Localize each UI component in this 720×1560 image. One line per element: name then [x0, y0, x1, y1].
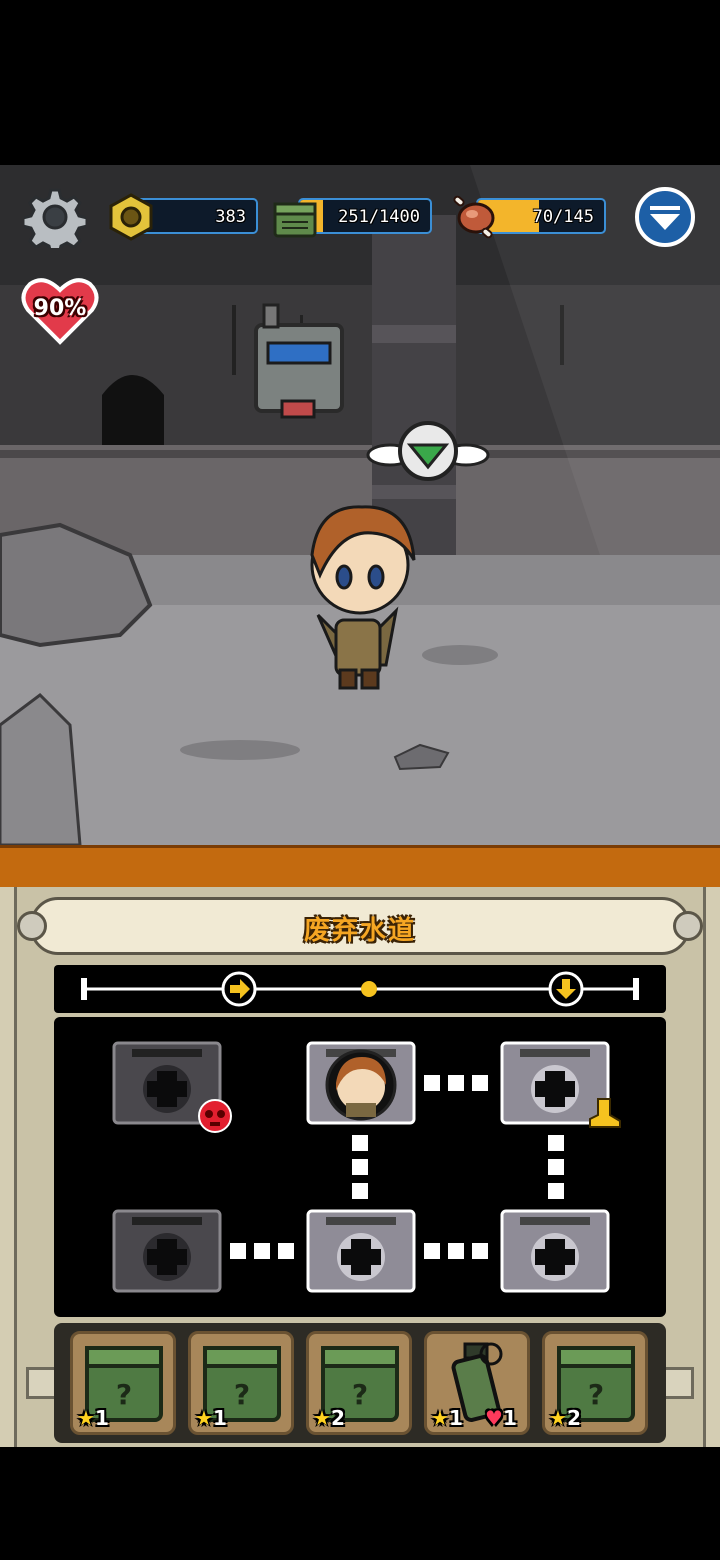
map-link — [230, 1243, 246, 1259]
level-title-bar: 废弃水道 — [17, 897, 703, 955]
enemy-skull-icon — [198, 1099, 232, 1133]
map-room-locked-enemy[interactable] — [112, 1041, 232, 1133]
game-scene — [0, 165, 720, 845]
map-link — [424, 1075, 440, 1091]
loot-heart-count: ♥1 — [485, 1406, 517, 1430]
loot-star-count: ★2 — [313, 1406, 345, 1430]
map-link — [352, 1135, 368, 1151]
progress-start-marker — [81, 978, 87, 1000]
level-progress-track — [54, 965, 666, 1013]
loot-star-count: ★1 — [431, 1406, 463, 1430]
map-link — [472, 1243, 488, 1259]
loot-star-count: ★1 — [77, 1406, 109, 1430]
map-link — [254, 1243, 270, 1259]
food-counter: 70/145 — [448, 195, 606, 239]
map-link — [352, 1159, 368, 1175]
meat-icon — [453, 195, 495, 239]
map-room[interactable] — [500, 1209, 610, 1293]
map-room-locked[interactable] — [112, 1209, 222, 1293]
progress-line — [81, 971, 639, 1007]
loot-slot[interactable]: ? ★2 — [306, 1331, 412, 1435]
svg-text:?: ? — [234, 1378, 250, 1411]
heart-icon: ♥ — [485, 1406, 503, 1430]
svg-text:?: ? — [116, 1378, 132, 1411]
dungeon-map — [54, 1017, 666, 1317]
map-link — [278, 1243, 294, 1259]
map-room-player[interactable] — [306, 1041, 416, 1125]
gold-nut-icon — [109, 193, 153, 241]
map-link — [424, 1243, 440, 1259]
gear-icon — [21, 188, 89, 256]
map-link — [548, 1183, 564, 1199]
boot-icon — [589, 1098, 621, 1128]
level-panel: 废弃水道 ? ★1 ? ★1 ? ★2 ★1 ♥1 ? ★2 — [0, 887, 720, 1447]
food-value: 70/145 — [532, 207, 594, 227]
level-title: 废弃水道 — [303, 916, 416, 946]
settings-button[interactable] — [21, 186, 89, 256]
map-link — [352, 1183, 368, 1199]
map-link — [448, 1243, 464, 1259]
loot-slot[interactable]: ? ★2 — [542, 1331, 648, 1435]
loot-star-count: ★2 — [549, 1406, 581, 1430]
svg-text:?: ? — [352, 1378, 368, 1411]
star-icon: ★ — [313, 1406, 331, 1430]
map-link — [448, 1075, 464, 1091]
health-indicator: 90% — [20, 276, 100, 346]
arrow-right-icon — [221, 971, 257, 1007]
arrow-down-icon — [548, 971, 584, 1007]
loot-slot[interactable]: ? ★1 — [70, 1331, 176, 1435]
map-link — [548, 1159, 564, 1175]
star-icon: ★ — [195, 1406, 213, 1430]
supplies-counter: 251/1400 — [270, 196, 432, 238]
dropdown-button[interactable] — [634, 186, 696, 248]
supplies-value: 251/1400 — [338, 207, 420, 227]
star-icon: ★ — [549, 1406, 567, 1430]
gold-counter: 383 — [106, 193, 258, 241]
player-room-icon — [306, 1041, 416, 1125]
unlocked-room-icon — [306, 1209, 416, 1293]
progress-end-marker — [633, 978, 639, 1000]
ammo-crate-icon — [273, 202, 317, 238]
locked-room-icon — [112, 1209, 222, 1293]
unlocked-room-icon — [500, 1209, 610, 1293]
loot-slot[interactable]: ★1 ♥1 — [424, 1331, 530, 1435]
svg-text:?: ? — [588, 1378, 604, 1411]
loot-row: ? ★1 ? ★1 ? ★2 ★1 ♥1 ? ★2 — [54, 1323, 666, 1443]
map-link — [472, 1075, 488, 1091]
star-icon: ★ — [431, 1406, 449, 1430]
map-link — [548, 1135, 564, 1151]
health-value: 90% — [33, 296, 87, 321]
panel-divider — [0, 845, 720, 887]
scene-background — [0, 165, 720, 845]
loot-slot[interactable]: ? ★1 — [188, 1331, 294, 1435]
map-room[interactable] — [306, 1209, 416, 1293]
dropdown-arrow-icon — [635, 187, 695, 247]
loot-star-count: ★1 — [195, 1406, 227, 1430]
star-icon: ★ — [77, 1406, 95, 1430]
current-position-dot — [361, 981, 377, 997]
gold-value: 383 — [215, 207, 246, 227]
map-room-exit[interactable] — [500, 1041, 621, 1128]
